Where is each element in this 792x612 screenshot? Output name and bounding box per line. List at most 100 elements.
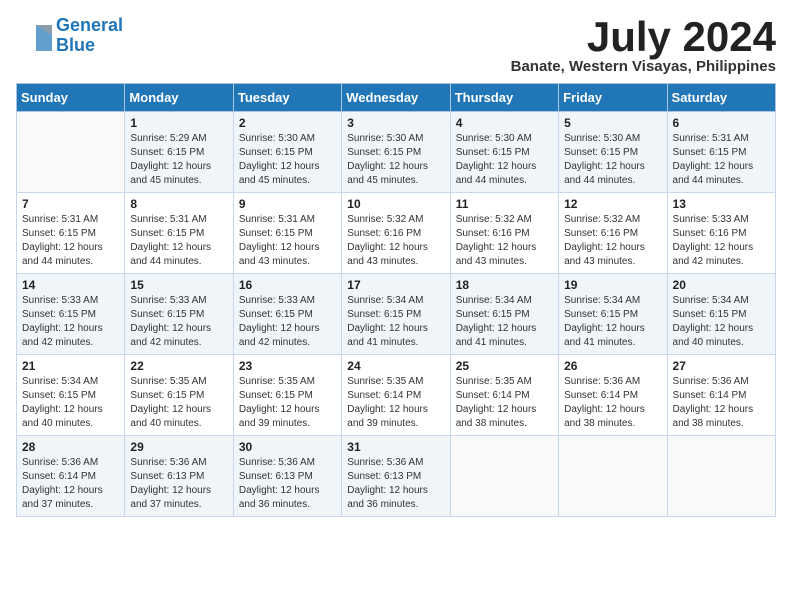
- day-number: 7: [22, 197, 119, 211]
- calendar-cell: 7 Sunrise: 5:31 AM Sunset: 6:15 PM Daylig…: [17, 193, 125, 274]
- calendar-week-4: 21Sunrise: 5:34 AM Sunset: 6:15 PM Dayli…: [17, 355, 776, 436]
- day-content: Sunrise: 5:34 AM Sunset: 6:15 PM Dayligh…: [673, 294, 770, 350]
- calendar-cell: 18Sunrise: 5:34 AM Sunset: 6:15 PM Dayli…: [450, 274, 558, 355]
- day-number: 21: [22, 359, 119, 373]
- calendar-cell: 2 Sunrise: 5:30 AM Sunset: 6:15 PM Daylig…: [233, 112, 341, 193]
- day-content: Sunrise: 5:34 AM Sunset: 6:15 PM Dayligh…: [456, 294, 553, 350]
- day-content: Sunrise: 5:36 AM Sunset: 6:14 PM Dayligh…: [673, 375, 770, 431]
- calendar-cell: 8 Sunrise: 5:31 AM Sunset: 6:15 PM Daylig…: [125, 193, 233, 274]
- day-number: 1: [130, 116, 227, 130]
- calendar-cell: [559, 436, 667, 517]
- month-title: July 2024: [511, 16, 776, 58]
- calendar-cell: 11 Sunrise: 5:32 AM Sunset: 6:16 PM Dayli…: [450, 193, 558, 274]
- calendar-cell: 31Sunrise: 5:36 AM Sunset: 6:13 PM Dayli…: [342, 436, 450, 517]
- day-content: Sunrise: 5:32 AM Sunset: 6:16 PM Dayligh…: [564, 213, 661, 269]
- day-number: 15: [130, 278, 227, 292]
- calendar-cell: 20 Sunrise: 5:34 AM Sunset: 6:15 PM Dayli…: [667, 274, 775, 355]
- day-number: 26: [564, 359, 661, 373]
- calendar-cell: 28Sunrise: 5:36 AM Sunset: 6:14 PM Dayli…: [17, 436, 125, 517]
- calendar-cell: 25 Sunrise: 5:35 AM Sunset: 6:14 PM Dayli…: [450, 355, 558, 436]
- day-number: 25: [456, 359, 553, 373]
- day-content: Sunrise: 5:30 AM Sunset: 6:15 PM Dayligh…: [564, 132, 661, 188]
- calendar-cell: 26Sunrise: 5:36 AM Sunset: 6:14 PM Dayli…: [559, 355, 667, 436]
- day-number: 19: [564, 278, 661, 292]
- day-content: Sunrise: 5:33 AM Sunset: 6:16 PM Dayligh…: [673, 213, 770, 269]
- col-sunday: Sunday: [17, 84, 125, 112]
- day-number: 28: [22, 440, 119, 454]
- day-number: 2: [239, 116, 336, 130]
- calendar-cell: 9 Sunrise: 5:31 AM Sunset: 6:15 PM Daylig…: [233, 193, 341, 274]
- logo-line2: Blue: [56, 35, 95, 55]
- col-saturday: Saturday: [667, 84, 775, 112]
- day-number: 3: [347, 116, 444, 130]
- day-number: 8: [130, 197, 227, 211]
- day-content: Sunrise: 5:35 AM Sunset: 6:15 PM Dayligh…: [130, 375, 227, 431]
- day-content: Sunrise: 5:32 AM Sunset: 6:16 PM Dayligh…: [456, 213, 553, 269]
- day-content: Sunrise: 5:34 AM Sunset: 6:15 PM Dayligh…: [564, 294, 661, 350]
- day-content: Sunrise: 5:33 AM Sunset: 6:15 PM Dayligh…: [22, 294, 119, 350]
- calendar-cell: 15 Sunrise: 5:33 AM Sunset: 6:15 PM Dayli…: [125, 274, 233, 355]
- calendar-cell: 3 Sunrise: 5:30 AM Sunset: 6:15 PM Daylig…: [342, 112, 450, 193]
- day-content: Sunrise: 5:31 AM Sunset: 6:15 PM Dayligh…: [673, 132, 770, 188]
- calendar-cell: 27Sunrise: 5:36 AM Sunset: 6:14 PM Dayli…: [667, 355, 775, 436]
- calendar-week-2: 7 Sunrise: 5:31 AM Sunset: 6:15 PM Daylig…: [17, 193, 776, 274]
- day-number: 10: [347, 197, 444, 211]
- day-content: Sunrise: 5:31 AM Sunset: 6:15 PM Dayligh…: [239, 213, 336, 269]
- day-number: 11: [456, 197, 553, 211]
- logo-line1: General: [56, 15, 123, 35]
- calendar-cell: 21Sunrise: 5:34 AM Sunset: 6:15 PM Dayli…: [17, 355, 125, 436]
- calendar-cell: [17, 112, 125, 193]
- col-thursday: Thursday: [450, 84, 558, 112]
- day-number: 30: [239, 440, 336, 454]
- day-number: 16: [239, 278, 336, 292]
- day-content: Sunrise: 5:29 AM Sunset: 6:15 PM Dayligh…: [130, 132, 227, 188]
- calendar-cell: 14 Sunrise: 5:33 AM Sunset: 6:15 PM Dayli…: [17, 274, 125, 355]
- day-content: Sunrise: 5:35 AM Sunset: 6:15 PM Dayligh…: [239, 375, 336, 431]
- day-number: 6: [673, 116, 770, 130]
- calendar-week-3: 14 Sunrise: 5:33 AM Sunset: 6:15 PM Dayli…: [17, 274, 776, 355]
- calendar-table: Sunday Monday Tuesday Wednesday Thursday…: [16, 83, 776, 517]
- calendar-cell: 29Sunrise: 5:36 AM Sunset: 6:13 PM Dayli…: [125, 436, 233, 517]
- day-content: Sunrise: 5:34 AM Sunset: 6:15 PM Dayligh…: [347, 294, 444, 350]
- calendar-cell: 10Sunrise: 5:32 AM Sunset: 6:16 PM Dayli…: [342, 193, 450, 274]
- calendar-cell: 13 Sunrise: 5:33 AM Sunset: 6:16 PM Dayli…: [667, 193, 775, 274]
- location: Banate, Western Visayas, Philippines: [511, 58, 776, 75]
- calendar-week-1: 1 Sunrise: 5:29 AM Sunset: 6:15 PM Daylig…: [17, 112, 776, 193]
- day-number: 24: [347, 359, 444, 373]
- day-content: Sunrise: 5:35 AM Sunset: 6:14 PM Dayligh…: [456, 375, 553, 431]
- calendar-cell: 23Sunrise: 5:35 AM Sunset: 6:15 PM Dayli…: [233, 355, 341, 436]
- logo-text: General Blue: [56, 16, 123, 56]
- calendar-cell: [450, 436, 558, 517]
- day-number: 31: [347, 440, 444, 454]
- col-wednesday: Wednesday: [342, 84, 450, 112]
- day-number: 12: [564, 197, 661, 211]
- calendar-cell: 12 Sunrise: 5:32 AM Sunset: 6:16 PM Dayli…: [559, 193, 667, 274]
- day-content: Sunrise: 5:31 AM Sunset: 6:15 PM Dayligh…: [22, 213, 119, 269]
- calendar-cell: 6 Sunrise: 5:31 AM Sunset: 6:15 PM Daylig…: [667, 112, 775, 193]
- day-number: 13: [673, 197, 770, 211]
- day-content: Sunrise: 5:33 AM Sunset: 6:15 PM Dayligh…: [130, 294, 227, 350]
- logo: General Blue: [16, 16, 123, 56]
- day-number: 20: [673, 278, 770, 292]
- day-content: Sunrise: 5:30 AM Sunset: 6:15 PM Dayligh…: [239, 132, 336, 188]
- day-number: 9: [239, 197, 336, 211]
- col-friday: Friday: [559, 84, 667, 112]
- day-content: Sunrise: 5:36 AM Sunset: 6:13 PM Dayligh…: [239, 456, 336, 512]
- calendar-week-5: 28Sunrise: 5:36 AM Sunset: 6:14 PM Dayli…: [17, 436, 776, 517]
- calendar-cell: [667, 436, 775, 517]
- day-number: 14: [22, 278, 119, 292]
- day-number: 22: [130, 359, 227, 373]
- title-block: July 2024 Banate, Western Visayas, Phili…: [511, 16, 776, 75]
- calendar-header-row: Sunday Monday Tuesday Wednesday Thursday…: [17, 84, 776, 112]
- calendar-cell: 19 Sunrise: 5:34 AM Sunset: 6:15 PM Dayli…: [559, 274, 667, 355]
- col-monday: Monday: [125, 84, 233, 112]
- day-content: Sunrise: 5:35 AM Sunset: 6:14 PM Dayligh…: [347, 375, 444, 431]
- calendar-cell: 24 Sunrise: 5:35 AM Sunset: 6:14 PM Dayli…: [342, 355, 450, 436]
- calendar-cell: 1 Sunrise: 5:29 AM Sunset: 6:15 PM Daylig…: [125, 112, 233, 193]
- calendar-cell: 17Sunrise: 5:34 AM Sunset: 6:15 PM Dayli…: [342, 274, 450, 355]
- day-number: 4: [456, 116, 553, 130]
- day-number: 29: [130, 440, 227, 454]
- page-header: General Blue July 2024 Banate, Western V…: [16, 16, 776, 75]
- day-content: Sunrise: 5:30 AM Sunset: 6:15 PM Dayligh…: [347, 132, 444, 188]
- day-content: Sunrise: 5:31 AM Sunset: 6:15 PM Dayligh…: [130, 213, 227, 269]
